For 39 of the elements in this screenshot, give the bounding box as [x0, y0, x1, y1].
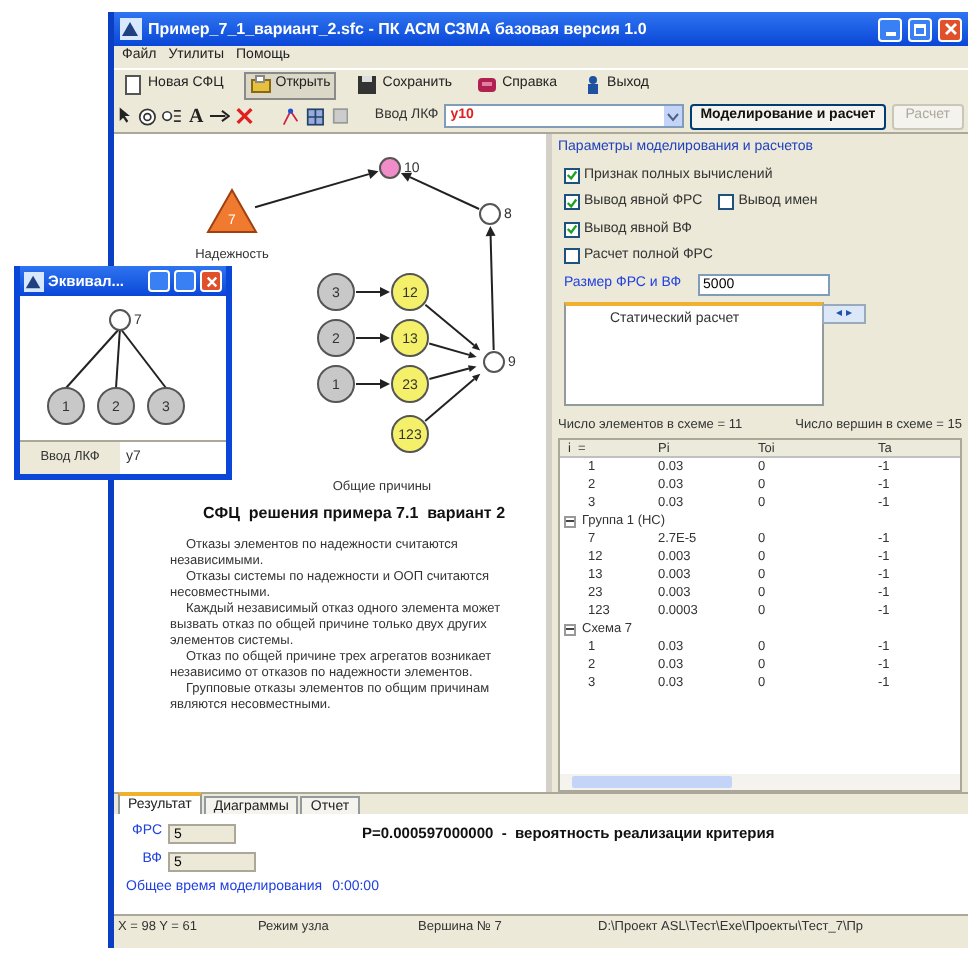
connector-arrow [485, 226, 496, 351]
folder-icon [249, 74, 272, 96]
maximize-button[interactable] [174, 270, 196, 292]
delete-icon[interactable] [235, 106, 254, 126]
connector-arrow [254, 169, 379, 209]
minimize-button[interactable] [148, 270, 170, 292]
collapse-toggle[interactable] [564, 623, 576, 636]
document-icon [122, 74, 144, 96]
text-tool[interactable]: A [188, 101, 204, 131]
checkbox[interactable] [564, 167, 580, 184]
close-button[interactable] [938, 17, 962, 41]
caret-icon[interactable] [664, 106, 683, 126]
checkbox[interactable] [564, 194, 580, 211]
grid-icon[interactable] [306, 105, 326, 127]
connector-arrow [355, 287, 390, 297]
connector-arrow [355, 379, 390, 389]
link-tool-icon[interactable] [162, 106, 183, 126]
pointer-icon[interactable] [118, 106, 132, 126]
window-title: Пример_7_1_вариант_2.sfc - ПК АСМ СЗМА базовая версия 1.0 [148, 17, 649, 41]
book-icon [476, 74, 499, 96]
node-tool-icon[interactable] [137, 105, 157, 127]
arrow-icon[interactable] [209, 108, 230, 124]
maximize-button[interactable] [908, 17, 932, 41]
connector-arrow [355, 333, 390, 343]
connector-arrow [400, 172, 481, 210]
checkbox[interactable] [564, 248, 580, 265]
diagram-title: СФЦ решения примера 7.1 вариант 2 [200, 502, 508, 526]
collapse-toggle[interactable] [564, 515, 576, 528]
app-icon [24, 271, 44, 291]
app-icon [120, 18, 142, 40]
graph-icon[interactable] [282, 105, 301, 127]
floppy-icon [356, 74, 379, 96]
close-icon [943, 22, 957, 36]
close-icon [205, 275, 217, 287]
close-button[interactable] [200, 270, 222, 292]
horizontal-scrollbar[interactable] [560, 774, 960, 790]
checkbox[interactable] [718, 194, 735, 211]
minimize-button[interactable] [878, 17, 902, 41]
checkbox[interactable] [564, 221, 580, 238]
